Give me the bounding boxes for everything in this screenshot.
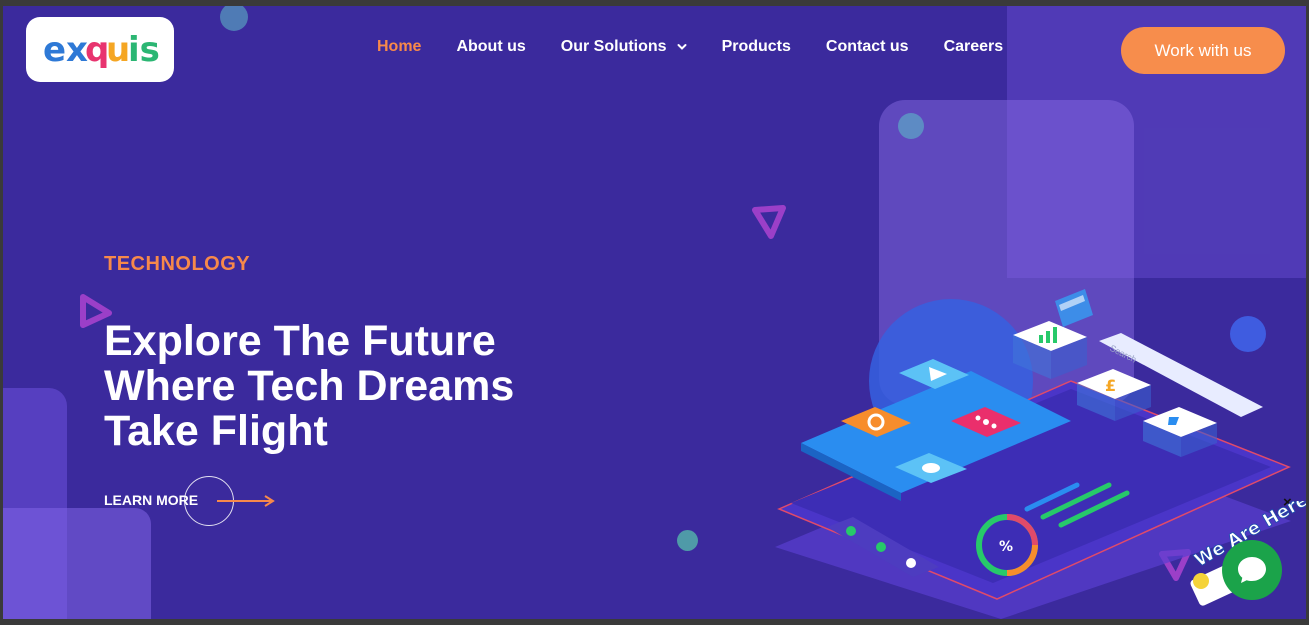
nav-label: Our Solutions bbox=[560, 38, 667, 55]
svg-text:£: £ bbox=[1105, 376, 1116, 395]
decor-triangle bbox=[752, 205, 786, 239]
nav-item-contact[interactable]: Contact us bbox=[826, 38, 909, 56]
svg-text:is: is bbox=[128, 30, 160, 70]
nav-label: Home bbox=[377, 38, 422, 55]
work-with-us-button[interactable]: Work with us bbox=[1121, 27, 1285, 74]
logo[interactable]: ex q u is exquis bbox=[26, 17, 174, 82]
decor-dot bbox=[220, 6, 248, 31]
hero-headline: Explore The Future Where Tech Dreams Tak… bbox=[104, 319, 584, 454]
nav-item-products[interactable]: Products bbox=[722, 38, 791, 56]
nav-item-careers[interactable]: Careers bbox=[944, 38, 1004, 56]
hero-section: ex q u is exquis Home About us Our Solut… bbox=[3, 6, 1306, 619]
learn-more-link[interactable]: LEARN MORE bbox=[104, 492, 198, 508]
svg-text:u: u bbox=[106, 30, 130, 70]
nav-label: Contact us bbox=[825, 38, 909, 55]
nav-label: About us bbox=[456, 38, 526, 55]
nav-item-about[interactable]: About us bbox=[456, 38, 525, 56]
nav-item-home[interactable]: Home bbox=[377, 38, 421, 56]
nav-item-our-solutions[interactable]: Our Solutions bbox=[561, 38, 687, 56]
cta-label: Work with us bbox=[1154, 40, 1252, 60]
hero-eyebrow: TECHNOLOGY bbox=[104, 253, 251, 275]
nav-label: Careers bbox=[943, 38, 1004, 55]
headline-line: Take Flight bbox=[104, 407, 328, 455]
chevron-down-icon bbox=[677, 44, 687, 50]
background-shape bbox=[3, 508, 151, 619]
svg-text:ex: ex bbox=[43, 30, 88, 70]
headline-line: Explore The Future bbox=[104, 317, 496, 365]
nav-label: Products bbox=[721, 38, 791, 55]
svg-text:%: % bbox=[999, 539, 1013, 555]
chat-open-button[interactable] bbox=[1222, 540, 1282, 600]
decor-dot bbox=[898, 113, 924, 139]
main-nav: Home About us Our Solutions Products Con… bbox=[377, 38, 1038, 56]
logo-wordmark: ex q u is bbox=[43, 30, 160, 70]
headline-line: Where Tech Dreams bbox=[104, 362, 515, 410]
arrow-right-icon bbox=[217, 495, 275, 507]
decor-dot bbox=[677, 530, 698, 551]
chat-bubble-icon bbox=[1238, 557, 1266, 583]
